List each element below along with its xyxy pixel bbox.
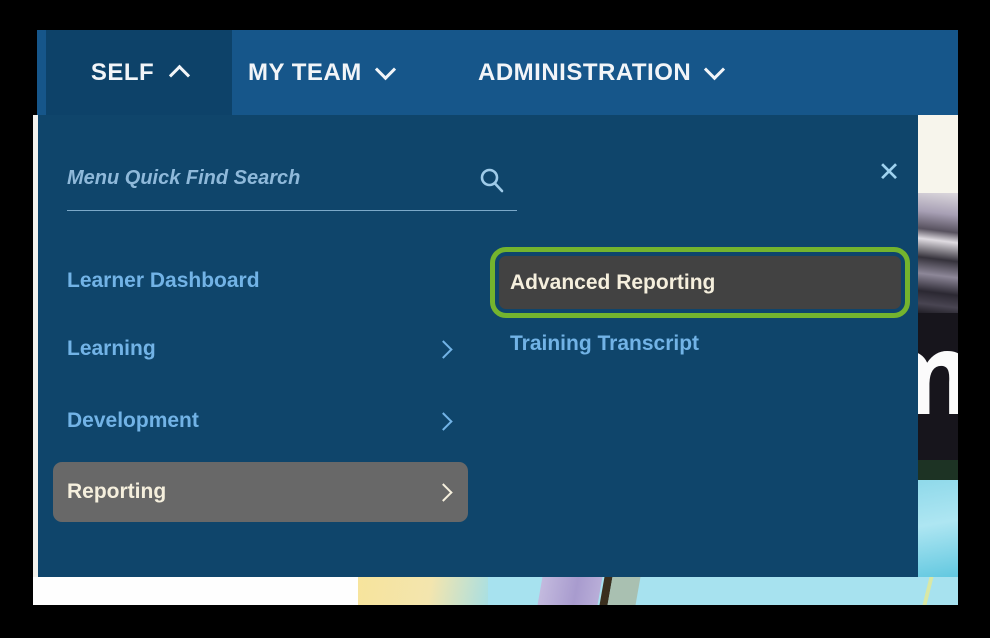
menu-item-development[interactable]: Development: [53, 392, 468, 450]
background-photo-strip: m: [918, 115, 958, 577]
nav-tab-self[interactable]: SELF: [46, 30, 232, 115]
nav-tab-self-label: SELF: [91, 59, 154, 87]
close-icon[interactable]: ✕: [872, 155, 906, 189]
photo-green-band: [918, 460, 958, 480]
top-navbar: SELF MY TEAM ADMINISTRATION: [37, 30, 958, 115]
bottom-white-band: [33, 577, 358, 605]
bottom-yellow-band: [358, 577, 488, 605]
bottom-cyan-band: [488, 577, 958, 605]
menu-item-learning[interactable]: Learning: [53, 320, 468, 378]
page-background-bottom-strip: [33, 577, 958, 605]
menu-item-label: Advanced Reporting: [510, 271, 715, 295]
photo-cream-band: [918, 115, 958, 193]
menu-item-label: Development: [67, 409, 437, 433]
nav-tab-administration-label: ADMINISTRATION: [478, 59, 691, 87]
nav-tab-administration[interactable]: ADMINISTRATION: [470, 30, 730, 115]
chevron-down-icon: [704, 59, 725, 80]
menu-item-advanced-reporting[interactable]: Advanced Reporting: [499, 256, 901, 309]
menu-item-label: Reporting: [67, 480, 437, 504]
photo-letter-m: m: [918, 320, 958, 432]
chevron-right-icon: [434, 340, 452, 358]
bottom-sage-stripe: [607, 577, 641, 605]
menu-item-label: Training Transcript: [510, 332, 699, 356]
menu-item-label: Learner Dashboard: [67, 269, 450, 293]
menu-item-reporting[interactable]: Reporting: [53, 462, 468, 522]
photo-cyan-band: [918, 480, 958, 577]
bottom-purple-stripe: [537, 577, 603, 605]
self-menu-panel: ✕ Learner Dashboard Learning Development…: [38, 115, 918, 577]
photo-dark-band: m: [918, 313, 958, 460]
menu-item-learner-dashboard[interactable]: Learner Dashboard: [53, 252, 468, 310]
chevron-down-icon: [375, 59, 396, 80]
search-icon[interactable]: [479, 167, 505, 199]
chevron-up-icon: [169, 65, 190, 86]
annotation-highlight-box: Advanced Reporting: [490, 247, 910, 318]
chevron-right-icon: [434, 412, 452, 430]
bottom-lime-stripe: [922, 577, 935, 605]
menu-item-training-transcript[interactable]: Training Transcript: [510, 320, 910, 368]
nav-tab-my-team[interactable]: MY TEAM: [240, 30, 401, 115]
page-viewport: SELF MY TEAM ADMINISTRATION ✕ Learner Da…: [33, 30, 958, 605]
photo-pencils-band: [918, 193, 958, 313]
menu-quick-find-input[interactable]: [67, 153, 517, 211]
chevron-right-icon: [434, 483, 452, 501]
nav-tab-my-team-label: MY TEAM: [248, 59, 362, 87]
menu-item-label: Learning: [67, 337, 437, 361]
